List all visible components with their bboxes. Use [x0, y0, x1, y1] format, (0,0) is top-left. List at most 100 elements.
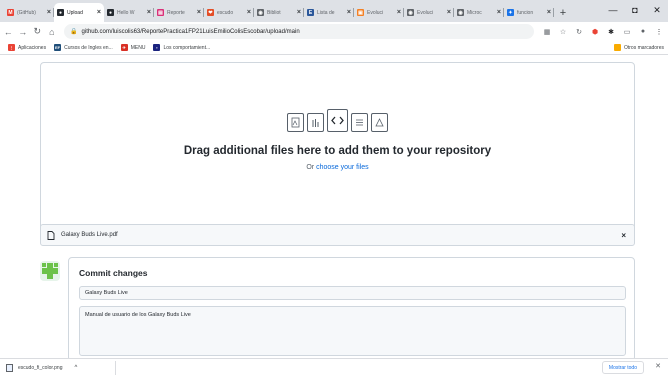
dropzone-subtitle: Or choose your files: [306, 164, 369, 171]
file-acrobat-icon: [371, 113, 388, 132]
browser-tab[interactable]: ▣ Evoluci ×: [354, 3, 404, 22]
download-filename: escudo_fi_color.png: [18, 364, 63, 371]
bookmark-label: Aplicaciones: [18, 44, 47, 51]
bookmark-item[interactable]: ⋮ Aplicaciones: [8, 44, 46, 51]
browser-tab[interactable]: ◉ Microc ×: [454, 3, 504, 22]
slides-icon: ▤: [157, 9, 164, 16]
close-tab-icon[interactable]: ×: [447, 9, 451, 16]
sync-icon[interactable]: ↻: [572, 25, 586, 39]
browser-tab[interactable]: ● Upload ×: [54, 3, 104, 22]
chevron-up-icon[interactable]: ^: [74, 365, 77, 371]
close-tab-icon[interactable]: ×: [197, 9, 201, 16]
remove-file-button[interactable]: ×: [621, 231, 626, 240]
uploaded-file-name: Galaxy Buds Live.pdf: [61, 232, 118, 238]
bookmarks-bar: ⋮ Aplicaciones EF Cursos de Ingles en... ✈ ME…: [0, 41, 668, 55]
close-window-button[interactable]: ✕: [646, 0, 668, 20]
bookmark-label: Los comportamient...: [163, 44, 211, 51]
commit-form: Commit changes Galaxy Buds Live Manual d…: [68, 257, 635, 358]
avatar: [40, 261, 60, 281]
tab-title: escudo: [217, 9, 234, 16]
browser-tab[interactable]: ▤ Reporte ×: [154, 3, 204, 22]
browser-tab[interactable]: ● Hello W ×: [104, 3, 154, 22]
browser-tab[interactable]: M (GitHub) ×: [4, 3, 54, 22]
uploaded-file-row: Galaxy Buds Live.pdf ×: [40, 224, 635, 246]
profile-avatar-icon[interactable]: ●: [636, 25, 650, 39]
bookmark-label: Cursos de Ingles en...: [64, 44, 113, 51]
minimize-button[interactable]: —: [602, 0, 624, 20]
browser-tab[interactable]: ❤ escudo ×: [204, 3, 254, 22]
tab-title: Upload: [67, 9, 83, 16]
file-chart-icon: [307, 113, 324, 132]
downloads-bar: escudo_fi_color.png ^ Mostrar todo ✕: [0, 358, 668, 376]
window-controls: — ◘ ✕: [602, 0, 668, 20]
bookmark-star-icon[interactable]: ☆: [556, 25, 570, 39]
file-code-icon: [327, 109, 348, 132]
media-icon[interactable]: ▭: [620, 25, 634, 39]
file-icon: [47, 230, 55, 240]
globe-icon: ◉: [257, 9, 264, 16]
forward-button[interactable]: →: [17, 27, 30, 37]
file-dropzone[interactable]: Drag additional files here to add them t…: [40, 62, 635, 230]
bookmark-item[interactable]: ▪ Los comportamient...: [153, 44, 210, 51]
bookmark-item[interactable]: EF Cursos de Ingles en...: [54, 44, 113, 51]
bookmark-item[interactable]: ✈ MENU: [120, 44, 145, 51]
commit-summary-input[interactable]: Galaxy Buds Live: [79, 286, 626, 300]
restore-button[interactable]: ◘: [624, 0, 646, 20]
close-tab-icon[interactable]: ×: [97, 9, 101, 16]
close-downloads-button[interactable]: ✕: [655, 362, 661, 370]
puzzle-icon[interactable]: ✱: [604, 25, 618, 39]
close-tab-icon[interactable]: ×: [47, 9, 51, 16]
close-tab-icon[interactable]: ×: [547, 9, 551, 16]
browser-tab[interactable]: ◉ Evoluci ×: [404, 3, 454, 22]
close-tab-icon[interactable]: ×: [497, 9, 501, 16]
translate-icon[interactable]: ▦: [540, 25, 554, 39]
orange-icon: ▣: [357, 9, 364, 16]
file-pdf-icon: [287, 113, 304, 132]
commit-description-textarea[interactable]: Manual de usuario de los Galaxy Buds Liv…: [79, 306, 626, 356]
back-button[interactable]: ←: [2, 27, 15, 37]
commit-heading: Commit changes: [79, 268, 148, 278]
tab-title: Bibliot: [267, 9, 281, 16]
other-bookmarks[interactable]: Otros marcadores: [613, 44, 664, 51]
image-file-icon: [6, 363, 13, 372]
extension-red-icon[interactable]: ⬢: [588, 25, 602, 39]
github-icon: ●: [57, 9, 64, 16]
escudo-icon: ❤: [207, 9, 214, 16]
home-button[interactable]: ⌂: [46, 27, 59, 37]
close-tab-icon[interactable]: ×: [347, 9, 351, 16]
close-tab-icon[interactable]: ×: [147, 9, 151, 16]
dropzone-title: Drag additional files here to add them t…: [183, 145, 492, 157]
download-item[interactable]: escudo_fi_color.png ^: [6, 360, 116, 375]
bookmark-icon: ▪: [153, 44, 161, 51]
globe-icon: ◉: [407, 9, 414, 16]
browser-tab[interactable]: E Lista de ×: [304, 3, 354, 22]
ef-icon: EF: [54, 44, 62, 51]
github-upload-page: Drag additional files here to add them t…: [0, 56, 668, 358]
folder-icon: [613, 44, 621, 51]
doc-icon: E: [307, 9, 314, 16]
new-tab-button[interactable]: +: [554, 3, 572, 22]
tab-title: Microc: [467, 9, 482, 16]
choose-files-link[interactable]: choose your files: [316, 164, 369, 171]
tab-title: Evoluci: [417, 9, 434, 16]
address-bar[interactable]: 🔒 github.com/luiscolis63/ReportePractica…: [64, 24, 535, 39]
browser-tab[interactable]: ✦ funcion ×: [504, 3, 554, 22]
tab-title: Hello W: [117, 9, 135, 16]
lock-icon: 🔒: [70, 29, 78, 35]
close-tab-icon[interactable]: ×: [297, 9, 301, 16]
browser-tab[interactable]: ◉ Bibliot ×: [254, 3, 304, 22]
show-all-downloads-button[interactable]: Mostrar todo: [601, 361, 644, 374]
reload-button[interactable]: ↻: [31, 26, 44, 37]
tab-strip: M (GitHub) × ● Upload × ● Hello W × ▤ Reporte × ❤ esc…: [0, 0, 668, 22]
blue-star-icon: ✦: [507, 9, 514, 16]
github-icon: ●: [107, 9, 114, 16]
browser-toolbar: ← → ↻ ⌂ 🔒 github.com/luiscolis63/Reporte…: [0, 22, 668, 41]
gmail-icon: M: [7, 9, 14, 16]
close-tab-icon[interactable]: ×: [397, 9, 401, 16]
menu-icon[interactable]: ⋮: [652, 25, 666, 39]
tab-title: (GitHub): [17, 9, 36, 16]
file-text-icon: [351, 113, 368, 132]
globe-icon: ◉: [457, 9, 464, 16]
tab-title: Lista de: [317, 9, 335, 16]
close-tab-icon[interactable]: ×: [247, 9, 251, 16]
